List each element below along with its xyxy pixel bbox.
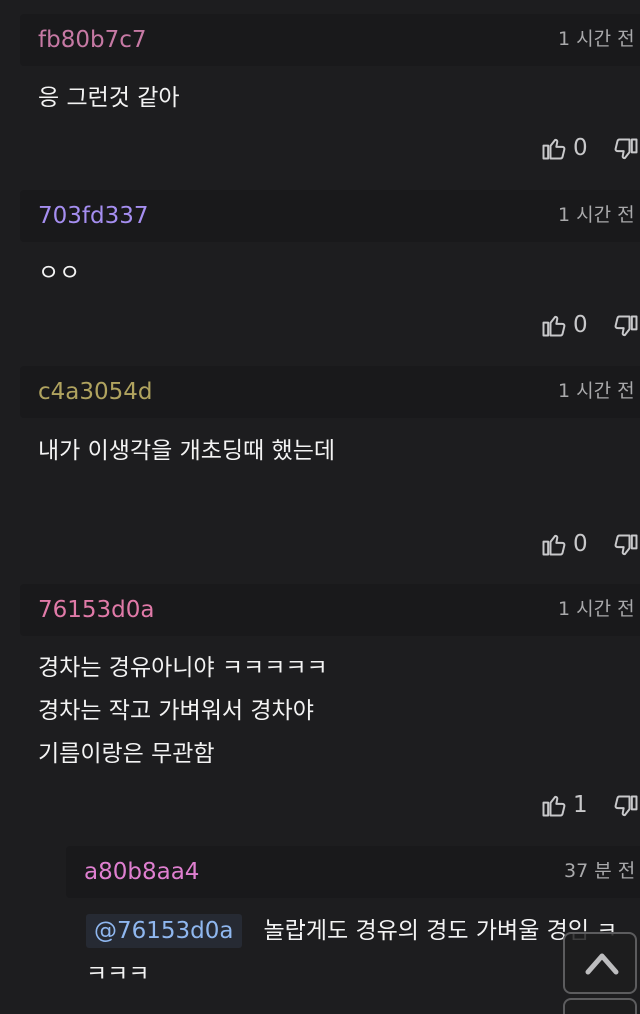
comment-time: 1 시간 전 (558, 204, 635, 226)
comment-author[interactable]: fb80b7c7 (38, 26, 146, 54)
comment-header: c4a3054d 1 시간 전 (20, 366, 640, 418)
scroll-top-button[interactable] (563, 932, 637, 994)
comment-body: 응 그런것 같아 (38, 77, 640, 120)
comment-line: ㅇㅇ (38, 260, 81, 286)
comment-body: 경차는 경유아니야 ㅋㅋㅋㅋㅋ 경차는 작고 가벼워서 경차야 기름이랑은 무관… (38, 647, 640, 776)
thumbs-down-icon[interactable] (612, 312, 640, 342)
reply-line: @76153d0a 놀랍게도 경유의 경도 가벼울 경임 ㅋ (86, 910, 640, 953)
comment-line: 응 그런것 같아 (38, 85, 180, 111)
chevron-up-icon (585, 953, 619, 975)
reply-time: 37 분 전 (564, 860, 636, 882)
comment-line: 경차는 작고 가벼워서 경차야 (38, 698, 314, 724)
comment-author[interactable]: c4a3054d (38, 378, 153, 406)
vote-bar: 0 (540, 529, 640, 561)
like-count: 0 (573, 531, 588, 557)
floating-action-button[interactable] (563, 998, 637, 1014)
thumbs-up-icon[interactable] (540, 310, 568, 340)
vote-bar: 1 (540, 790, 640, 822)
comment-author[interactable]: 703fd337 (38, 202, 149, 230)
comment-header: fb80b7c7 1 시간 전 (20, 14, 640, 66)
like-count: 0 (573, 312, 588, 338)
reply-line: ㅋㅋㅋ (86, 961, 150, 987)
thumbs-down-icon[interactable] (612, 135, 640, 165)
comment-header: 76153d0a 1 시간 전 (20, 584, 640, 636)
comment-header: 703fd337 1 시간 전 (20, 190, 640, 242)
thumbs-up-icon[interactable] (540, 529, 568, 559)
comment-author[interactable]: 76153d0a (38, 596, 155, 624)
comment-line: 내가 이생각을 개초딩때 했는데 (38, 438, 336, 464)
reply-body: @76153d0a 놀랍게도 경유의 경도 가벼울 경임 ㅋ ㅋㅋㅋ (86, 910, 640, 996)
mention-link[interactable]: @76153d0a (86, 914, 242, 948)
comment-line: 기름이랑은 무관함 (38, 741, 215, 767)
comment-time: 1 시간 전 (558, 380, 635, 402)
thumbs-down-icon[interactable] (612, 792, 640, 822)
vote-bar: 0 (540, 133, 640, 165)
thumbs-up-icon[interactable] (540, 133, 568, 163)
thumbs-up-icon[interactable] (540, 790, 568, 820)
comment-body: ㅇㅇ (38, 252, 640, 295)
reply-author[interactable]: a80b8aa4 (84, 858, 199, 886)
like-count: 1 (573, 792, 588, 818)
comment-body: 내가 이생각을 개초딩때 했는데 (38, 430, 640, 473)
thumbs-down-icon[interactable] (612, 531, 640, 561)
like-count: 0 (573, 135, 588, 161)
comment-time: 1 시간 전 (558, 598, 635, 620)
comment-line: 경차는 경유아니야 ㅋㅋㅋㅋㅋ (38, 655, 328, 681)
comment-time: 1 시간 전 (558, 28, 635, 50)
reply-header: a80b8aa4 37 분 전 (66, 846, 640, 898)
vote-bar: 0 (540, 310, 640, 342)
